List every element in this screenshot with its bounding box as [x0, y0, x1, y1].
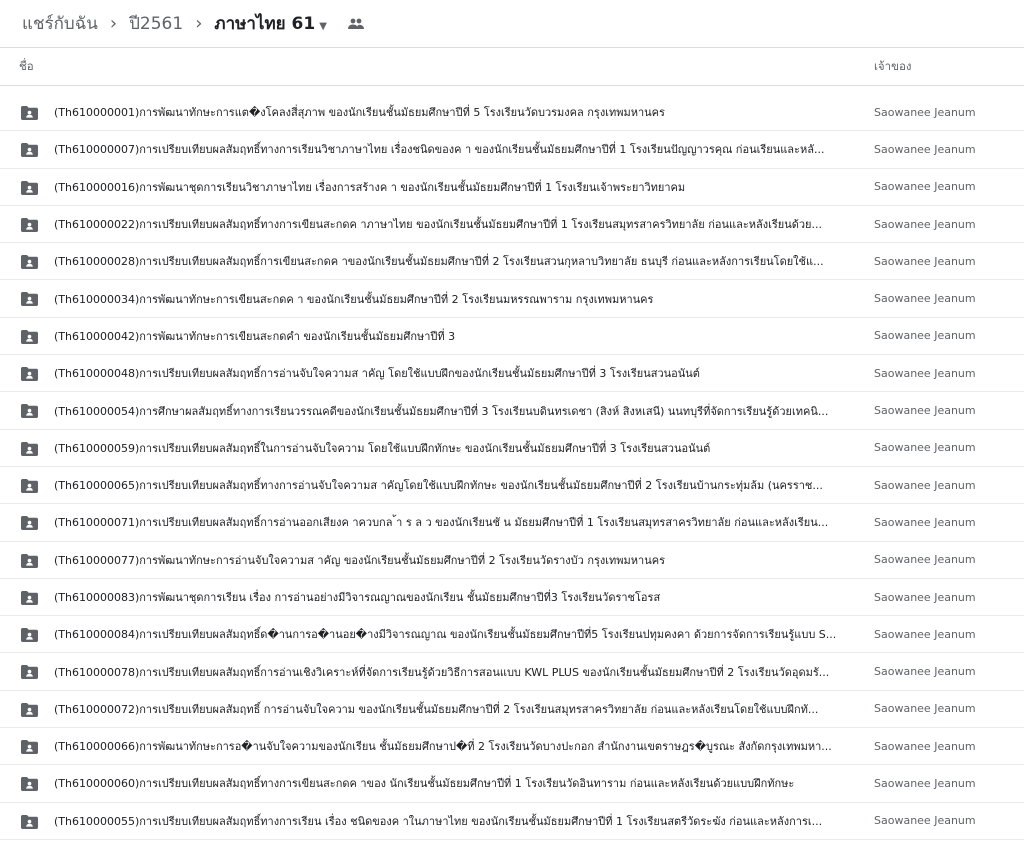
shared-folder-icon	[21, 515, 38, 531]
column-header: ชื่อ เจ้าของ	[0, 48, 1024, 86]
shared-folder-icon	[21, 105, 38, 120]
file-row[interactable]: (Th610000059)การเปรียบเทียบผลสัมฤทธิ์ในก…	[0, 430, 1024, 467]
file-owner: Saowanee Jeanum	[874, 292, 976, 306]
file-owner: Saowanee Jeanum	[874, 404, 976, 418]
current-folder-label: ภาษาไทย 61	[214, 14, 316, 34]
file-row[interactable]: (Th610000054)การศึกษาผลสัมฤทธิ์ทางการเรี…	[0, 392, 1024, 430]
shared-folder-icon	[21, 739, 38, 755]
file-name: (Th610000060)การเปรียบเทียบผลสัมฤทธิ์ทาง…	[54, 777, 795, 791]
file-owner: Saowanee Jeanum	[874, 254, 976, 268]
file-name: (Th610000072)การเปรียบเทียบผลสัมฤทธิ์ กา…	[54, 702, 819, 716]
file-owner: Saowanee Jeanum	[874, 478, 976, 492]
shared-folder-icon	[21, 217, 38, 232]
shared-folder-icon	[21, 254, 38, 270]
file-name: (Th610000054)การศึกษาผลสัมฤทธิ์ทางการเรี…	[54, 404, 829, 418]
file-row[interactable]: (Th610000028)การเปรียบเทียบผลสัมฤทธิ์การ…	[0, 243, 1024, 281]
file-owner: Saowanee Jeanum	[874, 142, 976, 156]
breadcrumb-current-folder[interactable]: ภาษาไทย 61 ▼	[208, 6, 333, 41]
shared-folder-icon	[21, 590, 38, 605]
shared-folder-icon	[21, 329, 38, 344]
file-list: (Th610000001)การพัฒนาทักษะการแต�งโคลงสี่…	[0, 94, 1024, 840]
file-name: (Th610000071)การเปรียบเทียบผลสัมฤทธิ์การ…	[54, 516, 829, 530]
file-name: (Th610000001)การพัฒนาทักษะการแต�งโคลงสี่…	[54, 106, 665, 120]
file-owner: Saowanee Jeanum	[874, 776, 976, 790]
file-row[interactable]: (Th610000016)การพัฒนาชุดการเรียนวิชาภาษา…	[0, 169, 1024, 206]
breadcrumb-bar: แชร์กับฉัน › ปี2561 › ภาษาไทย 61 ▼	[0, 0, 1024, 48]
file-name: (Th610000084)การเปรียบเทียบผลสัมฤทธิ์ด�า…	[54, 628, 837, 642]
shared-folder-icon	[21, 403, 38, 419]
file-owner: Saowanee Jeanum	[874, 739, 976, 753]
file-row[interactable]: (Th610000083)การพัฒนาชุดการเรียน เรื่อง …	[0, 579, 1024, 617]
file-owner: Saowanee Jeanum	[874, 814, 976, 828]
file-name: (Th610000083)การพัฒนาชุดการเรียน เรื่อง …	[54, 591, 661, 604]
file-name: (Th610000034)การพัฒนาทักษะการเขียนสะกดค …	[54, 292, 654, 306]
file-owner: Saowanee Jeanum	[874, 366, 976, 380]
file-name: (Th610000078)การเปรียบเทียบผลสัมฤทธิ์การ…	[54, 665, 830, 679]
breadcrumb-root[interactable]: แชร์กับฉัน	[16, 6, 104, 41]
shared-folder-icon	[21, 441, 38, 456]
file-row[interactable]: (Th610000071)การเปรียบเทียบผลสัมฤทธิ์การ…	[0, 504, 1024, 542]
file-name: (Th610000055)การเปรียบเทียบผลสัมฤทธิ์ทาง…	[54, 814, 823, 828]
file-name: (Th610000007)การเปรียบเทียบผลสัมฤทธิ์ทาง…	[54, 143, 825, 157]
people-icon[interactable]	[347, 18, 365, 30]
file-owner: Saowanee Jeanum	[874, 441, 976, 455]
shared-folder-icon	[21, 776, 38, 792]
file-name: (Th610000028)การเปรียบเทียบผลสัมฤทธิ์การ…	[54, 255, 824, 269]
shared-folder-icon	[21, 702, 38, 717]
breadcrumb-separator: ›	[109, 13, 118, 34]
file-name: (Th610000016)การพัฒนาชุดการเรียนวิชาภาษา…	[54, 180, 686, 194]
column-header-name[interactable]: ชื่อ	[19, 58, 34, 76]
file-name: (Th610000022)การเปรียบเทียบผลสัมฤทธิ์ทาง…	[54, 218, 822, 232]
file-owner: Saowanee Jeanum	[874, 217, 976, 231]
file-owner: Saowanee Jeanum	[874, 180, 976, 194]
shared-folder-icon	[21, 814, 38, 829]
shared-folder-icon	[21, 478, 38, 493]
shared-folder-icon	[21, 553, 38, 568]
file-row[interactable]: (Th610000022)การเปรียบเทียบผลสัมฤทธิ์ทาง…	[0, 206, 1024, 244]
file-row[interactable]: (Th610000048)การเปรียบเทียบผลสัมฤทธิ์การ…	[0, 355, 1024, 393]
shared-folder-icon	[21, 180, 38, 195]
shared-folder-icon	[21, 366, 38, 382]
file-row[interactable]: (Th610000042)การพัฒนาทักษะการเขียนสะกดคำ…	[0, 318, 1024, 356]
file-name: (Th610000066)การพัฒนาทักษะการอ�านจับใจคว…	[54, 740, 832, 754]
file-owner: Saowanee Jeanum	[874, 553, 976, 567]
file-row[interactable]: (Th610000001)การพัฒนาทักษะการแต�งโคลงสี่…	[0, 94, 1024, 132]
file-owner: Saowanee Jeanum	[874, 665, 976, 679]
file-name: (Th610000048)การเปรียบเทียบผลสัมฤทธิ์การ…	[54, 367, 700, 381]
breadcrumb-separator: ›	[195, 13, 203, 34]
file-row[interactable]: (Th610000066)การพัฒนาทักษะการอ�านจับใจคว…	[0, 728, 1024, 766]
file-owner: Saowanee Jeanum	[874, 515, 976, 529]
shared-folder-icon	[21, 664, 38, 680]
file-owner: Saowanee Jeanum	[874, 702, 976, 716]
file-owner: Saowanee Jeanum	[874, 590, 976, 604]
column-header-owner[interactable]: เจ้าของ	[874, 58, 912, 76]
file-row[interactable]: (Th610000084)การเปรียบเทียบผลสัมฤทธิ์ด�า…	[0, 616, 1024, 654]
file-owner: Saowanee Jeanum	[874, 329, 976, 343]
file-name: (Th610000077)การพัฒนาทักษะการอ่านจับใจคว…	[54, 553, 665, 567]
shared-folder-icon	[21, 627, 38, 643]
file-row[interactable]: (Th610000007)การเปรียบเทียบผลสัมฤทธิ์ทาง…	[0, 131, 1024, 169]
file-name: (Th610000042)การพัฒนาทักษะการเขียนสะกดคำ…	[54, 329, 456, 343]
caret-down-icon[interactable]: ▼	[319, 21, 327, 32]
file-owner: Saowanee Jeanum	[874, 105, 976, 119]
file-row[interactable]: (Th610000072)การเปรียบเทียบผลสัมฤทธิ์ กา…	[0, 691, 1024, 729]
file-row[interactable]: (Th610000060)การเปรียบเทียบผลสัมฤทธิ์ทาง…	[0, 765, 1024, 803]
file-row[interactable]: (Th610000034)การพัฒนาทักษะการเขียนสะกดค …	[0, 280, 1024, 318]
file-name: (Th610000059)การเปรียบเทียบผลสัมฤทธิ์ในก…	[54, 441, 711, 455]
file-row[interactable]: (Th610000078)การเปรียบเทียบผลสัมฤทธิ์การ…	[0, 653, 1024, 691]
file-name: (Th610000065)การเปรียบเทียบผลสัมฤทธิ์ทาง…	[54, 479, 823, 493]
file-row[interactable]: (Th610000055)การเปรียบเทียบผลสัมฤทธิ์ทาง…	[0, 803, 1024, 840]
file-owner: Saowanee Jeanum	[874, 627, 976, 641]
file-row[interactable]: (Th610000077)การพัฒนาทักษะการอ่านจับใจคว…	[0, 542, 1024, 579]
file-row[interactable]: (Th610000065)การเปรียบเทียบผลสัมฤทธิ์ทาง…	[0, 467, 1024, 505]
breadcrumb-year[interactable]: ปี2561	[123, 6, 189, 41]
shared-folder-icon	[21, 291, 38, 307]
shared-folder-icon	[21, 142, 38, 158]
